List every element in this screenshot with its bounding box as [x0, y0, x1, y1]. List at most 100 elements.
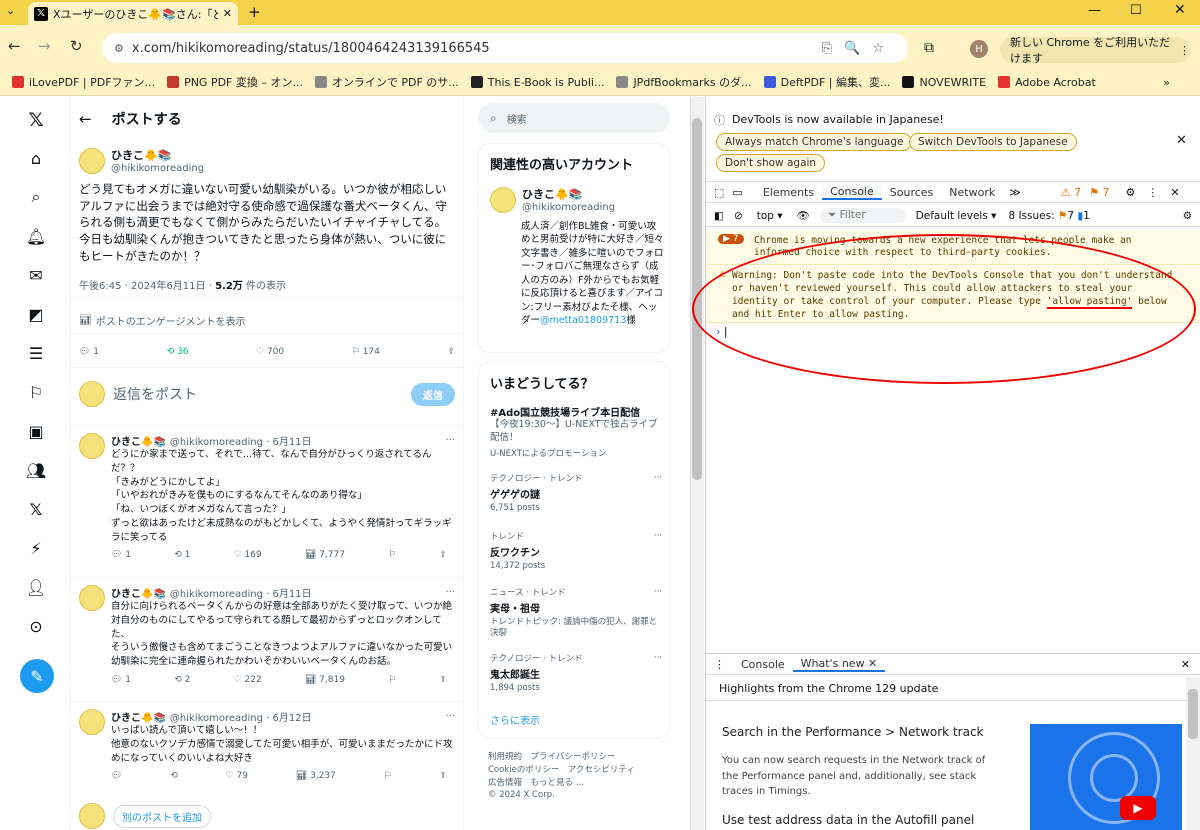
whats-new-title-2[interactable]: Use test address data in the Autofill pa…	[722, 813, 974, 827]
promo-item[interactable]: #Ado国立競技場ライブ本日配信 【今夜19:30〜】U-NEXTで独占ライブ配…	[490, 404, 660, 459]
share-icon[interactable]: ⇪	[439, 675, 447, 685]
like-action[interactable]: ♡ 222	[234, 675, 262, 685]
reply-more-icon[interactable]: ···	[445, 711, 455, 722]
forward-icon[interactable]: →	[38, 37, 51, 55]
filter-input[interactable]: ⏷ Filter	[819, 208, 906, 223]
whats-new-title-1[interactable]: Search in the Performance > Network trac…	[722, 725, 984, 739]
repost-action[interactable]: ⟲ 36	[167, 347, 189, 357]
related-handle[interactable]: @hikikomoreading	[522, 202, 615, 213]
extensions-icon[interactable]: ⧉	[924, 40, 934, 56]
engagement-link[interactable]: 📊︎ ポストのエンゲージメントを表示	[79, 313, 455, 328]
trend-more-icon[interactable]: ···	[654, 531, 662, 541]
maximize-icon[interactable]: ☐	[1130, 3, 1142, 18]
omnibox-actions-icon[interactable]: ⎘🔍☆	[822, 41, 896, 56]
trend-item[interactable]: トレンド ··· 反ワクチン 14,372 posts	[490, 530, 662, 572]
reply-tweet[interactable]: ひきこ🐥📚 @hikikomoreading · 6月11日 ··· どうにか家まで送…	[79, 433, 455, 560]
like-action[interactable]: ♡ 169	[234, 550, 262, 560]
devtools-tab-elements[interactable]: Elements	[755, 186, 822, 199]
device-toolbar-icon[interactable]: ▭	[732, 186, 742, 199]
back-arrow-icon[interactable]: ←	[79, 110, 92, 128]
reply-handle[interactable]: @hikikomoreading · 6月11日	[170, 585, 312, 600]
reply-author[interactable]: ひきこ🐥📚	[111, 585, 166, 600]
profile-avatar[interactable]: H	[970, 40, 988, 58]
drawer-menu-icon[interactable]: ⋮	[714, 658, 725, 671]
youtube-play-icon[interactable]: ▶	[1120, 796, 1156, 820]
views-action[interactable]: 📊︎ 7,819	[305, 675, 345, 685]
x-logo-icon[interactable]: 𝕏	[25, 109, 47, 131]
trend-item[interactable]: テクノロジー · トレンド ··· 鬼太郎誕生 1,894 posts	[490, 652, 662, 694]
bookmark-item[interactable]: NOVEWRITE	[902, 76, 986, 89]
sidebar-toggle-icon[interactable]: ◧	[714, 210, 724, 222]
home-icon[interactable]: ⌂	[25, 147, 47, 169]
share-icon[interactable]: ⇪	[439, 771, 447, 781]
messages-icon[interactable]: ✉	[25, 264, 47, 286]
verified-orgs-icon[interactable]: ⚡︎	[25, 537, 47, 559]
tab-search-icon[interactable]: ⌄	[6, 4, 15, 17]
grok-icon[interactable]: ◩	[25, 303, 47, 325]
devtools-tab-console[interactable]: Console	[822, 184, 882, 200]
avatar[interactable]	[490, 186, 516, 213]
like-action[interactable]: ♡ 700	[256, 347, 284, 357]
devtools-tab-network[interactable]: Network	[941, 186, 1003, 199]
bookmark-icon[interactable]: ⚐	[388, 675, 396, 685]
notifications-icon[interactable]: 🔔︎	[25, 225, 47, 247]
live-expression-icon[interactable]: 👁︎	[797, 209, 810, 222]
inspect-element-icon[interactable]: ⬚	[714, 186, 724, 199]
explore-search-icon[interactable]: ⌕	[25, 186, 47, 208]
reply-handle[interactable]: @hikikomoreading · 6月11日	[170, 433, 312, 448]
trend-more-icon[interactable]: ···	[654, 473, 662, 483]
reply-more-icon[interactable]: ···	[445, 587, 455, 598]
issues-badge[interactable]: ⚑ 7	[1089, 186, 1109, 199]
trend-more-icon[interactable]: ···	[654, 587, 662, 597]
bookmark-action[interactable]: ⚐ 174	[352, 347, 380, 357]
new-tab-icon[interactable]: +	[248, 3, 261, 21]
drawer-tab-console[interactable]: Console	[733, 658, 793, 671]
reply-handle[interactable]: @hikikomoreading · 6月12日	[170, 709, 312, 724]
premium-icon[interactable]: 𝕏	[25, 498, 47, 520]
bookmark-icon[interactable]: ⚐	[388, 550, 396, 560]
trend-more-icon[interactable]: ···	[654, 653, 662, 663]
show-more-link[interactable]: さらに表示	[490, 712, 540, 727]
avatar[interactable]	[79, 147, 105, 174]
trend-item[interactable]: テクノロジー · トレンド ··· ゲゲゲの謎 6,751 posts	[490, 472, 662, 514]
more-menu-icon[interactable]: ⋮	[1179, 44, 1190, 57]
like-action[interactable]: ♡ 79	[226, 771, 248, 781]
bookmark-icon[interactable]: ⚐	[384, 771, 392, 781]
reload-icon[interactable]: ↻	[70, 37, 83, 55]
related-name[interactable]: ひきこ🐥📚	[522, 186, 615, 202]
reply-input[interactable]: 返信をポスト	[113, 384, 197, 404]
views-action[interactable]: 📊︎ 7,777	[305, 550, 345, 560]
footer-line-2[interactable]: Cookieのポリシー アクセシビリティ	[488, 764, 635, 777]
dont-show-again-button[interactable]: Don't show again	[716, 154, 826, 172]
more-bookmarks-icon[interactable]: »	[1163, 76, 1170, 89]
author-handle[interactable]: @hikikomoreading	[111, 163, 204, 174]
reply-action[interactable]: 💬︎	[111, 771, 122, 781]
author-name[interactable]: ひきこ🐥📚	[111, 147, 204, 163]
whats-new-video-thumbnail[interactable]: ▶	[1030, 724, 1182, 830]
avatar[interactable]	[79, 709, 105, 735]
switch-language-button[interactable]: Switch DevTools to Japanese	[909, 133, 1077, 151]
close-drawer-icon[interactable]: ✕	[1181, 658, 1190, 671]
profile-icon[interactable]: 👤︎	[25, 576, 47, 598]
reply-button[interactable]: 返信	[411, 382, 455, 406]
devtools-tab-sources[interactable]: Sources	[882, 186, 942, 199]
more-icon[interactable]: ⊙	[25, 615, 47, 637]
repost-action[interactable]: ⟲	[170, 771, 178, 781]
chrome-update-button[interactable]: 新しい Chrome をご利用いただけます ⋮	[1000, 36, 1190, 65]
drawer-tab-whats-new[interactable]: What's new ✕	[792, 657, 886, 672]
devtools-menu-icon[interactable]: ⋮	[1147, 186, 1158, 199]
footer-line-1[interactable]: 利用規約 プライバシーポリシー	[488, 751, 635, 764]
reply-author[interactable]: ひきこ🐥📚	[111, 709, 166, 724]
close-infobar-icon[interactable]: ✕	[1176, 133, 1187, 148]
context-select[interactable]: top ▾	[757, 210, 783, 222]
views-action[interactable]: 📊︎ 3,237	[296, 771, 336, 781]
close-window-icon[interactable]: ✕	[1174, 2, 1186, 18]
settings-gear-icon[interactable]: ⚙	[1125, 186, 1135, 199]
back-icon[interactable]: ←	[8, 37, 21, 55]
lists-icon[interactable]: ☰	[25, 342, 47, 364]
site-info-icon[interactable]: ⚙	[114, 42, 124, 55]
drawer-scrollbar[interactable]	[1186, 677, 1200, 830]
communities-icon[interactable]: 👥︎	[25, 459, 47, 481]
log-levels-select[interactable]: Default levels ▾	[916, 210, 997, 222]
share-icon[interactable]: ⇪	[439, 550, 447, 560]
